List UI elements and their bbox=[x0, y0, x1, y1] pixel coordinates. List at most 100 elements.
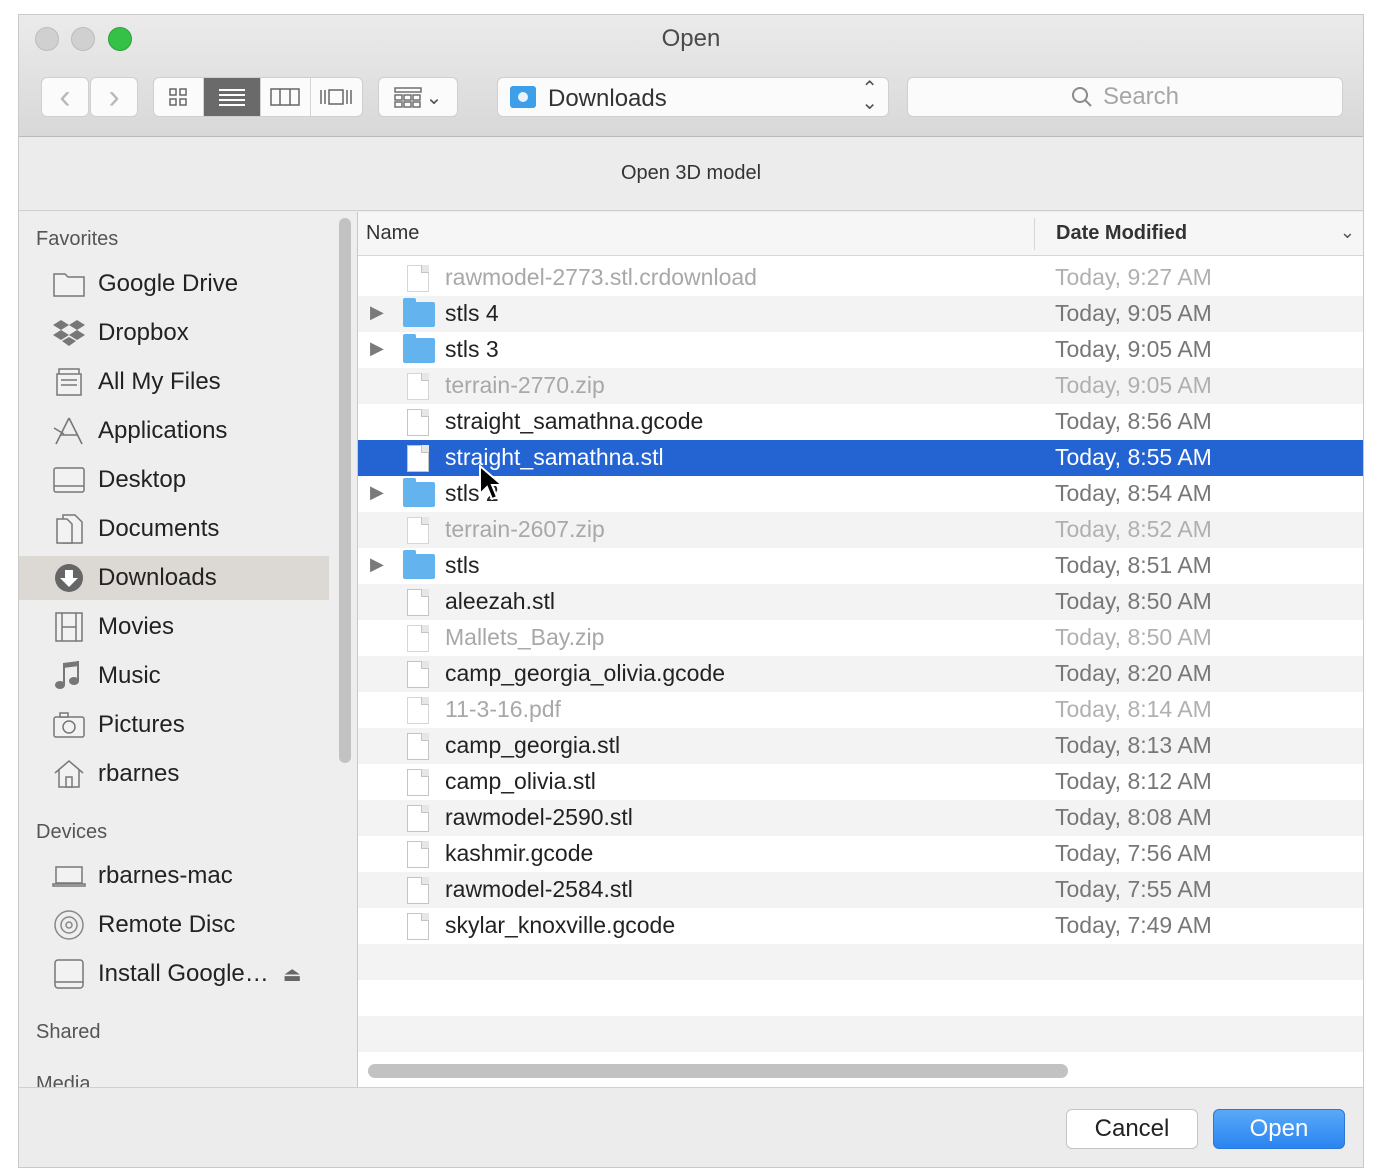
document-icon bbox=[407, 733, 429, 760]
cover-flow-view-button[interactable] bbox=[311, 78, 362, 116]
search-field[interactable]: Search bbox=[907, 77, 1343, 117]
document-icon bbox=[407, 409, 429, 436]
location-label: Downloads bbox=[548, 85, 667, 112]
sidebar-item-documents[interactable]: Documents bbox=[19, 507, 329, 551]
sidebar-item-pictures[interactable]: Pictures bbox=[19, 703, 329, 747]
sidebar-item-rbarnes-mac[interactable]: rbarnes-mac bbox=[19, 854, 329, 898]
sidebar-item-label: Music bbox=[98, 662, 161, 689]
folder-row[interactable]: ▶ stls 2 Today, 8:54 AM bbox=[358, 476, 1363, 512]
sidebar-item-dropbox[interactable]: Dropbox bbox=[19, 311, 329, 355]
file-row[interactable]: rawmodel-2584.stl Today, 7:55 AM bbox=[358, 872, 1363, 908]
file-row[interactable]: aleezah.stl Today, 8:50 AM bbox=[358, 584, 1363, 620]
folder-row[interactable]: ▶ stls 3 Today, 9:05 AM bbox=[358, 332, 1363, 368]
file-name: skylar_knoxville.gcode bbox=[445, 912, 676, 938]
document-icon bbox=[407, 805, 429, 832]
folder-row[interactable]: ▶ stls 4 Today, 9:05 AM bbox=[358, 296, 1363, 332]
sidebar-item-google-drive[interactable]: Google Drive bbox=[19, 262, 329, 306]
file-name: terrain-2607.zip bbox=[445, 516, 605, 542]
file-date-modified: Today, 7:55 AM bbox=[1055, 876, 1212, 902]
file-date-modified: Today, 9:05 AM bbox=[1055, 300, 1212, 326]
arrange-grid-icon bbox=[393, 87, 422, 108]
column-view-button[interactable] bbox=[261, 78, 311, 116]
sidebar-item-all-my-files[interactable]: All My Files bbox=[19, 360, 329, 404]
sidebar-item-movies[interactable]: Movies bbox=[19, 605, 329, 649]
disclosure-triangle-icon[interactable]: ▶ bbox=[370, 554, 384, 575]
devices-header: Devices bbox=[36, 821, 108, 843]
eject-icon[interactable]: ⏏ bbox=[283, 962, 302, 987]
file-name: aleezah.stl bbox=[445, 588, 555, 614]
disclosure-triangle-icon[interactable]: ▶ bbox=[370, 302, 384, 323]
folder-row[interactable]: ▶ stls Today, 8:51 AM bbox=[358, 548, 1363, 584]
forward-button[interactable]: › bbox=[90, 77, 138, 117]
back-button[interactable]: ‹ bbox=[41, 77, 89, 117]
file-name: 11-3-16.pdf bbox=[445, 696, 561, 722]
folder-icon bbox=[52, 268, 86, 300]
file-row[interactable]: camp_olivia.stl Today, 8:12 AM bbox=[358, 764, 1363, 800]
column-header: Name Date Modified ⌄ bbox=[358, 212, 1363, 256]
open-button[interactable]: Open bbox=[1213, 1109, 1345, 1149]
sidebar-item-label: rbarnes bbox=[98, 760, 180, 787]
horizontal-scrollbar[interactable] bbox=[368, 1064, 1068, 1078]
file-row[interactable]: kashmir.gcode Today, 7:56 AM bbox=[358, 836, 1363, 872]
sidebar-item-label: Dropbox bbox=[98, 319, 189, 346]
column-name[interactable]: Name bbox=[366, 222, 419, 245]
file-date-modified: Today, 9:27 AM bbox=[1055, 264, 1212, 290]
icon-view-button[interactable] bbox=[154, 78, 204, 116]
up-down-chevron-icon: ⌃ ⌄ bbox=[861, 78, 878, 114]
shared-header: Shared bbox=[36, 1021, 101, 1043]
sidebar-item-desktop[interactable]: Desktop bbox=[19, 458, 329, 502]
sidebar-item-label: Desktop bbox=[98, 466, 187, 493]
laptop-icon bbox=[52, 860, 86, 892]
mouse-pointer-icon bbox=[479, 463, 505, 501]
sidebar-scrollbar[interactable] bbox=[339, 218, 351, 763]
file-date-modified: Today, 8:51 AM bbox=[1055, 552, 1212, 578]
file-row[interactable]: rawmodel-2590.stl Today, 8:08 AM bbox=[358, 800, 1363, 836]
file-row[interactable]: straight_samathna.stl Today, 8:55 AM bbox=[358, 440, 1363, 476]
empty-row bbox=[358, 944, 1363, 980]
folder-icon bbox=[403, 550, 435, 579]
column-date-modified[interactable]: Date Modified bbox=[1056, 222, 1187, 245]
file-list: Name Date Modified ⌄ rawmodel-2773.stl.c… bbox=[358, 212, 1363, 1087]
file-row[interactable]: Mallets_Bay.zip Today, 8:50 AM bbox=[358, 620, 1363, 656]
arrange-button[interactable]: ⌄ bbox=[378, 77, 458, 117]
disclosure-triangle-icon[interactable]: ▶ bbox=[370, 482, 384, 503]
file-name: camp_georgia_olivia.gcode bbox=[445, 660, 726, 686]
sidebar-item-label: Documents bbox=[98, 515, 220, 542]
location-popup[interactable]: Downloads ⌃ ⌄ bbox=[497, 77, 889, 117]
file-rows: rawmodel-2773.stl.crdownload Today, 9:27 … bbox=[358, 260, 1363, 1052]
disclosure-triangle-icon[interactable]: ▶ bbox=[370, 338, 384, 359]
file-row[interactable]: terrain-2607.zip Today, 8:52 AM bbox=[358, 512, 1363, 548]
sidebar-item-downloads[interactable]: Downloads bbox=[19, 556, 329, 600]
button-bar: Cancel Open bbox=[19, 1087, 1363, 1167]
sidebar-item-install-google[interactable]: Install Google… ⏏ bbox=[19, 952, 329, 996]
document-icon bbox=[407, 445, 429, 472]
sidebar-item-applications[interactable]: Applications bbox=[19, 409, 329, 453]
file-row[interactable]: 11-3-16.pdf Today, 8:14 AM bbox=[358, 692, 1363, 728]
file-name: Mallets_Bay.zip bbox=[445, 624, 605, 650]
document-icon bbox=[407, 913, 429, 940]
file-row[interactable]: camp_georgia.stl Today, 8:13 AM bbox=[358, 728, 1363, 764]
sidebar-item-music[interactable]: Music bbox=[19, 654, 329, 698]
sort-chevron-icon[interactable]: ⌄ bbox=[1340, 222, 1355, 243]
empty-row bbox=[358, 980, 1363, 1016]
file-name: stls 4 bbox=[445, 300, 499, 326]
file-name: terrain-2770.zip bbox=[445, 372, 605, 398]
window-title: Open bbox=[661, 25, 721, 52]
file-row[interactable]: straight_samathna.gcode Today, 8:56 AM bbox=[358, 404, 1363, 440]
file-row[interactable]: skylar_knoxville.gcode Today, 7:49 AM bbox=[358, 908, 1363, 944]
zip-file-icon bbox=[407, 625, 429, 652]
file-row[interactable]: terrain-2770.zip Today, 9:05 AM bbox=[358, 368, 1363, 404]
pictures-icon bbox=[52, 709, 86, 741]
list-icon bbox=[218, 89, 245, 106]
file-date-modified: Today, 7:49 AM bbox=[1055, 912, 1212, 938]
list-view-button[interactable] bbox=[203, 78, 261, 116]
sidebar: Favorites Google Drive Dropbox All My Fi… bbox=[19, 212, 357, 1087]
column-separator[interactable] bbox=[1034, 218, 1035, 250]
file-row[interactable]: camp_georgia_olivia.gcode Today, 8:20 AM bbox=[358, 656, 1363, 692]
file-row[interactable]: rawmodel-2773.stl.crdownload Today, 9:27 … bbox=[358, 260, 1363, 296]
cancel-button[interactable]: Cancel bbox=[1066, 1109, 1198, 1149]
sidebar-item-home[interactable]: rbarnes bbox=[19, 752, 329, 796]
document-icon bbox=[407, 661, 429, 688]
file-date-modified: Today, 8:13 AM bbox=[1055, 732, 1212, 758]
sidebar-item-remote-disc[interactable]: Remote Disc bbox=[19, 903, 329, 947]
